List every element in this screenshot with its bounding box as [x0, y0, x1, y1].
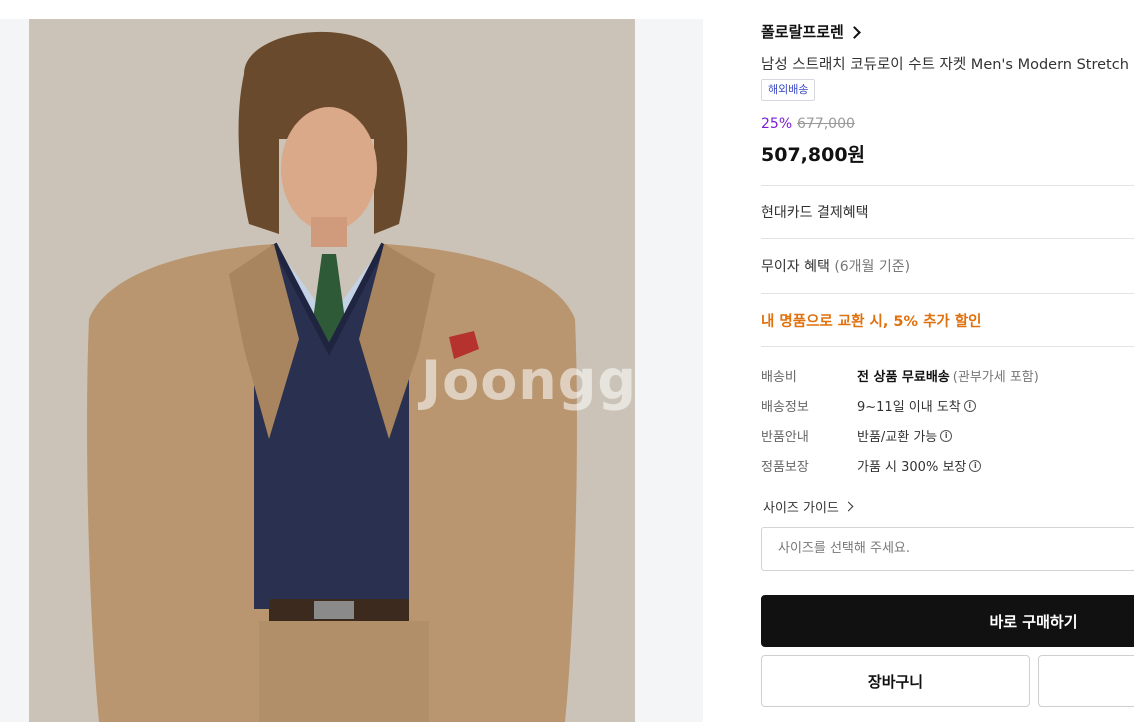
size-guide-label: 사이즈 가이드	[763, 501, 839, 516]
divider	[761, 346, 1134, 347]
shipping-fee-value: 전 상품 무료배송 (관부가세 포함)	[857, 366, 1039, 385]
authenticity-label: 정품보장	[761, 460, 809, 475]
installment-label: 무이자 혜택	[761, 259, 830, 275]
card-benefit-link[interactable]: 현대카드 결제혜택	[761, 202, 869, 222]
chevron-right-icon	[847, 25, 861, 39]
authenticity-value: 가품 시 300% 보장 i	[857, 456, 982, 475]
info-icon[interactable]: i	[940, 429, 953, 442]
image-watermark: Joonggonara	[421, 349, 635, 412]
sale-price: 507,800원	[761, 144, 866, 166]
authenticity-text: 가품 시 300% 보장	[857, 460, 967, 475]
product-gallery: Joonggonara	[0, 19, 703, 722]
brand-link[interactable]: 폴로랄프로렌	[761, 21, 861, 42]
installment-note: (6개월 기준)	[834, 259, 911, 275]
overseas-shipping-badge: 해외배송	[761, 79, 816, 101]
product-title: 남성 스트래치 코듀로이 수트 자켓 Men's Modern Stretch	[761, 57, 1129, 73]
info-icon[interactable]: i	[969, 459, 982, 472]
info-icon[interactable]: i	[963, 399, 976, 412]
buy-now-button[interactable]: 바로 구매하기	[761, 595, 1134, 647]
return-info-label: 반품안내	[761, 430, 809, 445]
product-image[interactable]: Joonggonara	[29, 19, 635, 722]
discount-rate: 25%	[761, 116, 793, 132]
trade-in-promo[interactable]: 내 명품으로 교환 시, 5% 추가 할인	[761, 310, 982, 331]
brand-name: 폴로랄프로렌	[761, 23, 844, 41]
delivery-info-text: 9~11일 이내 도착	[857, 400, 961, 415]
size-select[interactable]: 사이즈를 선택해 주세요.	[761, 527, 1134, 571]
wishlist-button[interactable]	[1038, 655, 1134, 707]
divider	[761, 293, 1134, 294]
chevron-right-icon	[843, 501, 854, 512]
delivery-info-label: 배송정보	[761, 400, 809, 415]
shipping-fee-text: 전 상품 무료배송	[857, 370, 950, 385]
original-price: 677,000	[797, 116, 855, 132]
size-guide-link[interactable]: 사이즈 가이드	[763, 497, 854, 516]
cart-button[interactable]: 장바구니	[761, 655, 1030, 707]
divider	[761, 185, 1134, 186]
return-info-text: 반품/교환 가능	[857, 430, 938, 445]
installment-benefit-link[interactable]: 무이자 혜택 (6개월 기준)	[761, 256, 910, 276]
divider	[761, 238, 1134, 239]
shipping-fee-note: (관부가세 포함)	[952, 370, 1039, 385]
delivery-info-value: 9~11일 이내 도착 i	[857, 396, 976, 415]
product-info-panel: 폴로랄프로렌 남성 스트래치 코듀로이 수트 자켓 Men's Modern S…	[761, 0, 1134, 722]
shipping-fee-label: 배송비	[761, 370, 797, 385]
return-info-value: 반품/교환 가능 i	[857, 426, 953, 445]
